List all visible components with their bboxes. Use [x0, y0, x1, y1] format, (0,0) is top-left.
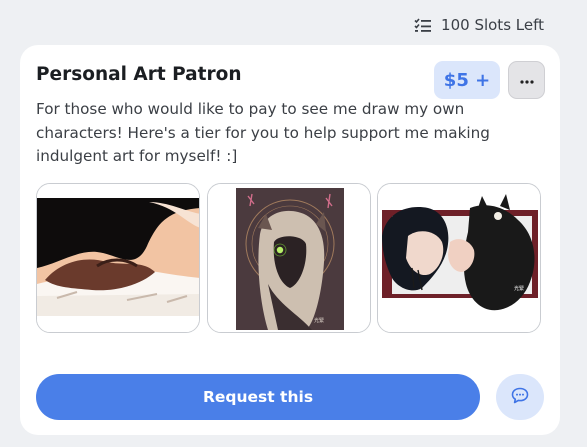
artwork-thumbnail-3[interactable]: 光緊 — [377, 183, 541, 333]
chat-button[interactable] — [496, 374, 544, 420]
tier-description: For those who would like to pay to see m… — [36, 100, 490, 165]
tier-card: Personal Art Patron $5 + For those who w… — [20, 45, 560, 435]
tier-title: Personal Art Patron — [36, 64, 242, 85]
more-options-button[interactable] — [508, 61, 545, 99]
svg-text:光緊: 光緊 — [514, 285, 524, 292]
svg-text:光緊: 光緊 — [314, 317, 324, 324]
more-dots-icon — [519, 72, 534, 88]
slots-left-text: 100 Slots Left — [441, 16, 544, 34]
request-button[interactable]: Request this — [36, 374, 480, 420]
slots-indicator: 100 Slots Left — [414, 16, 544, 34]
price-button[interactable]: $5 + — [434, 61, 500, 99]
artwork-thumbnail-2[interactable]: 光緊 — [207, 183, 371, 333]
artwork-thumbnail-1[interactable] — [36, 183, 200, 333]
chat-bubble-icon — [511, 387, 529, 408]
checklist-icon — [414, 17, 432, 33]
